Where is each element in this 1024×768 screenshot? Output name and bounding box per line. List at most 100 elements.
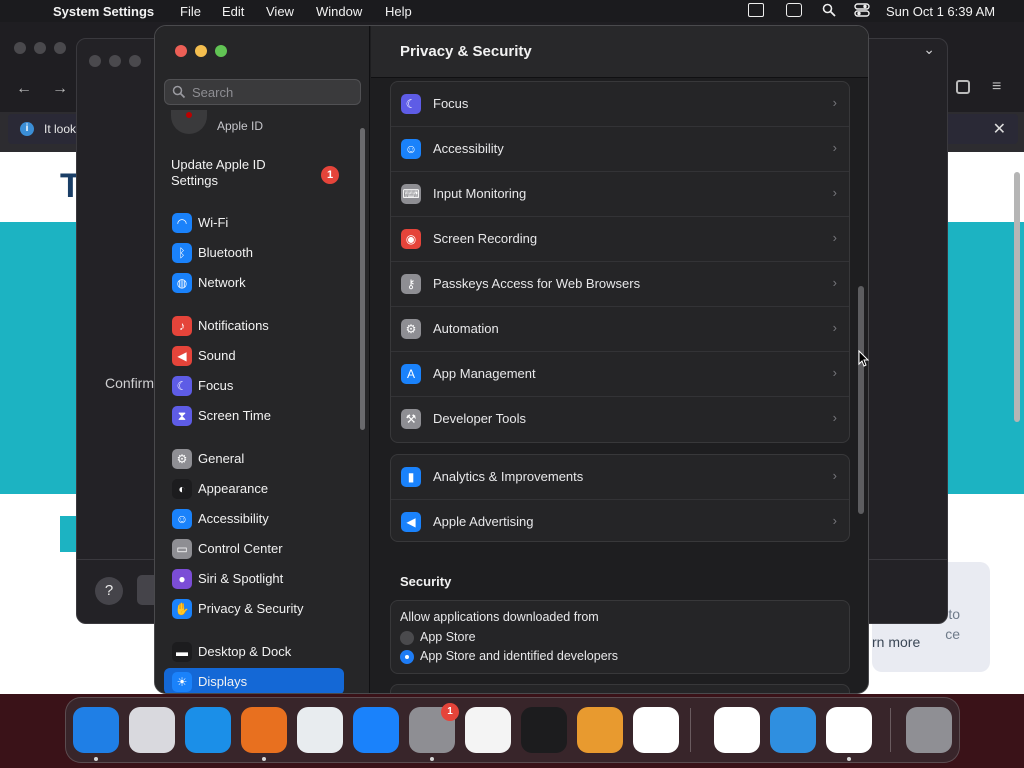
sidebar-item-privacy-security[interactable]: ✋ Privacy & Security: [164, 595, 344, 622]
radio-app-store-label[interactable]: App Store: [420, 630, 476, 644]
chevron-down-icon[interactable]: ⌄: [923, 41, 935, 58]
avatar[interactable]: [171, 110, 207, 134]
row-label: Accessibility: [433, 141, 504, 156]
menu-clock[interactable]: Sun Oct 1 6:39 AM: [886, 4, 995, 19]
allow-apps-label: Allow applications downloaded from: [400, 610, 599, 624]
safari-icon[interactable]: [185, 707, 231, 753]
sidebar: Search Apple ID Update Apple ID Settings…: [155, 26, 370, 693]
sidebar-item-control-center[interactable]: ▭ Control Center: [164, 535, 344, 562]
win2-close[interactable]: [89, 55, 101, 67]
menu-edit[interactable]: Edit: [222, 4, 244, 19]
minimize-window-button[interactable]: [195, 45, 207, 57]
row-automation[interactable]: ⚙ Automation ›: [391, 307, 849, 352]
siri-icon: ●: [172, 569, 192, 589]
wifi-icon: ◠: [172, 213, 192, 233]
close-icon[interactable]: ✕: [993, 119, 1006, 139]
apple-id-label[interactable]: Apple ID: [217, 119, 263, 133]
toggles-icon: ▭: [172, 539, 192, 559]
firefox-icon[interactable]: [241, 707, 287, 753]
vscode-icon[interactable]: [633, 707, 679, 753]
sidebar-item-desktop-dock[interactable]: ▬ Desktop & Dock: [164, 638, 344, 665]
screen-mirror-icon[interactable]: [748, 3, 764, 17]
sidebar-scrollbar[interactable]: [360, 128, 365, 430]
bell-icon: ♪: [172, 316, 192, 336]
menu-view[interactable]: View: [266, 4, 294, 19]
spotlight-search-icon[interactable]: [822, 3, 838, 17]
garageband-icon[interactable]: [577, 707, 623, 753]
accessibility-icon: ☺: [401, 139, 421, 159]
win2-min[interactable]: [109, 55, 121, 67]
search-field[interactable]: Search: [164, 79, 361, 105]
extensions-icon[interactable]: [956, 80, 970, 94]
page-title: Privacy & Security: [400, 43, 532, 60]
textedit-icon[interactable]: [465, 707, 511, 753]
sidebar-item-appearance[interactable]: ◐ Appearance: [164, 475, 344, 502]
sidebar-item-label: Screen Time: [198, 408, 271, 423]
menu-file[interactable]: File: [180, 4, 201, 19]
menu-help[interactable]: Help: [385, 4, 412, 19]
app-store-icon[interactable]: [353, 707, 399, 753]
trash-icon[interactable]: [906, 707, 952, 753]
radio-app-store-identified[interactable]: [400, 650, 414, 664]
radio-app-store[interactable]: [400, 631, 414, 645]
chrome-icon[interactable]: [297, 707, 343, 753]
radio-app-store-identified-label[interactable]: App Store and identified developers: [420, 649, 618, 663]
win2-max[interactable]: [129, 55, 141, 67]
weather-icon[interactable]: [770, 707, 816, 753]
running-indicator: [262, 757, 266, 761]
row-developer-tools[interactable]: ⚒ Developer Tools ›: [391, 397, 849, 442]
content-scrollbar[interactable]: [858, 286, 864, 514]
help-button[interactable]: ?: [95, 577, 123, 605]
menu-window[interactable]: Window: [316, 4, 362, 19]
remote-desktop-icon[interactable]: [826, 707, 872, 753]
sidebar-item-notifications[interactable]: ♪ Notifications: [164, 312, 344, 339]
browser-scrollbar[interactable]: [1014, 172, 1020, 422]
dock-separator: [690, 708, 691, 752]
forward-arrow-icon[interactable]: →: [52, 80, 68, 98]
control-center-icon[interactable]: [854, 3, 870, 17]
system-settings-window: Search Apple ID Update Apple ID Settings…: [154, 25, 869, 694]
app-name-menu[interactable]: System Settings: [53, 4, 154, 19]
sidebar-item-sound[interactable]: ◀ Sound: [164, 342, 344, 369]
zoom-window-button[interactable]: [215, 45, 227, 57]
row-analytics-improvements[interactable]: ▮ Analytics & Improvements ›: [391, 455, 849, 500]
browser-tl-max[interactable]: [54, 42, 66, 54]
sidebar-item-general[interactable]: ⚙ General: [164, 445, 344, 472]
row-label: Automation: [433, 321, 499, 336]
update-apple-id-settings[interactable]: Update Apple ID Settings: [171, 157, 291, 189]
row-app-management[interactable]: A App Management ›: [391, 352, 849, 397]
close-window-button[interactable]: [175, 45, 187, 57]
sidebar-item-siri-spotlight[interactable]: ● Siri & Spotlight: [164, 565, 344, 592]
sidebar-item-accessibility[interactable]: ☺ Accessibility: [164, 505, 344, 532]
globe-icon: ◍: [172, 273, 192, 293]
sidebar-item-displays[interactable]: ☀ Displays: [164, 668, 344, 693]
row-input-monitoring[interactable]: ⌨ Input Monitoring ›: [391, 172, 849, 217]
launchpad-icon[interactable]: [129, 707, 175, 753]
card-line-2: ce: [945, 626, 960, 642]
sidebar-item-focus[interactable]: ☾ Focus: [164, 372, 344, 399]
learn-more-link[interactable]: rn more: [872, 634, 920, 650]
row-focus[interactable]: ☾ Focus ›: [391, 82, 849, 127]
sidebar-item-bluetooth[interactable]: ᛒ Bluetooth: [164, 239, 344, 266]
sidebar-item-label: Accessibility: [198, 511, 269, 526]
finder-icon[interactable]: [73, 707, 119, 753]
row-accessibility[interactable]: ☺ Accessibility ›: [391, 127, 849, 172]
sidebar-item-screen-time[interactable]: ⧗ Screen Time: [164, 402, 344, 429]
stage-manager-icon[interactable]: [786, 3, 802, 17]
megaphone-icon: ◀: [401, 512, 421, 532]
sidebar-item-network[interactable]: ◍ Network: [164, 269, 344, 296]
menu-icon[interactable]: ≡: [992, 78, 1001, 96]
row-passkeys-access-for-web-browsers[interactable]: ⚷ Passkeys Access for Web Browsers ›: [391, 262, 849, 307]
chevron-right-icon: ›: [832, 275, 837, 290]
row-screen-recording[interactable]: ◉ Screen Recording ›: [391, 217, 849, 262]
browser-tl-close[interactable]: [14, 42, 26, 54]
gears-icon: ⚙: [401, 319, 421, 339]
browser-tl-min[interactable]: [34, 42, 46, 54]
row-apple-advertising[interactable]: ◀ Apple Advertising ›: [391, 500, 849, 541]
system-settings-icon[interactable]: 1: [409, 703, 459, 753]
dock-icon: ▬: [172, 642, 192, 662]
back-arrow-icon[interactable]: ←: [16, 80, 32, 98]
sidebar-item-wi-fi[interactable]: ◠ Wi-Fi: [164, 209, 344, 236]
visual-studio-icon[interactable]: [714, 707, 760, 753]
terminal-icon[interactable]: [521, 707, 567, 753]
